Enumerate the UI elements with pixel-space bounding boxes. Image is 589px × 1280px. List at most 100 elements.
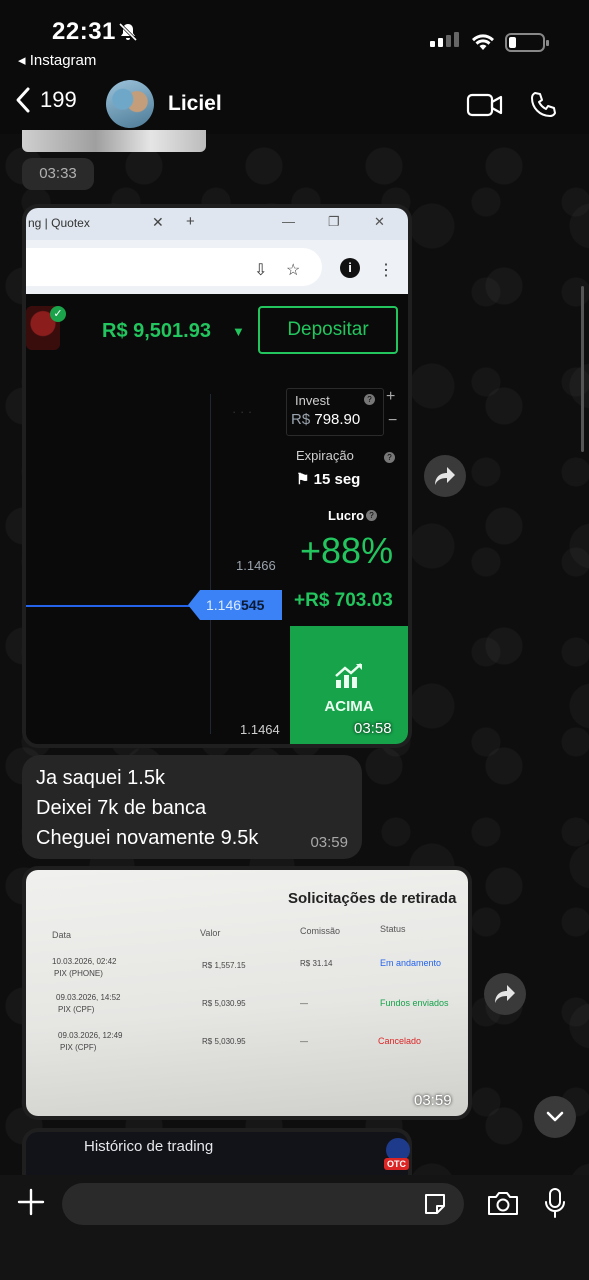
- browser-tab-bar: ng | Quotex ✕ + — ❐ ✕: [26, 208, 408, 240]
- image-message-withdrawals[interactable]: Solicitações de retirada Data Valor Comi…: [22, 866, 472, 1120]
- row-date: 09.03.2026, 14:52: [56, 993, 121, 1002]
- help-icon: ?: [384, 452, 395, 463]
- row-status: Fundos enviados: [380, 998, 449, 1008]
- invest-label: Invest: [295, 393, 330, 408]
- microphone-icon[interactable]: [543, 1187, 567, 1219]
- message-input[interactable]: [62, 1183, 464, 1225]
- scrollbar[interactable]: [581, 286, 584, 452]
- history-screenshot: Histórico de trading OTC: [26, 1132, 410, 1176]
- account-balance: R$ 9,501.93: [102, 320, 211, 342]
- minus-icon: −: [388, 412, 398, 429]
- window-close-icon: ✕: [374, 214, 385, 229]
- status-bar: 22:31 ◂ Instagram: [0, 0, 589, 72]
- voice-call-icon[interactable]: [528, 90, 558, 120]
- price-tick-hidden: · · ·: [232, 404, 253, 419]
- contact-name[interactable]: Liciel: [168, 92, 222, 116]
- menu-dots-icon: ⋮: [378, 262, 394, 279]
- row-method: PIX (PHONE): [54, 969, 103, 978]
- history-title: Histórico de trading: [84, 1138, 214, 1155]
- share-forward-icon: [495, 985, 515, 1003]
- column-header: Data: [52, 930, 72, 940]
- otc-badge: OTC: [384, 1158, 409, 1170]
- row-commission: —: [300, 999, 308, 1008]
- deposit-button: Depositar: [258, 306, 398, 354]
- browser-tab-title: ng | Quotex: [28, 216, 90, 230]
- new-tab-icon: +: [186, 213, 195, 230]
- bookmark-star-icon: ☆: [286, 262, 301, 279]
- help-icon: ?: [366, 510, 377, 521]
- wifi-icon: [472, 34, 494, 50]
- expiry-field: Expiração ⚑ 15 seg: [290, 444, 402, 492]
- row-commission: R$ 31.14: [300, 959, 333, 968]
- row-method: PIX (CPF): [60, 1043, 97, 1052]
- chevron-left-icon: [16, 87, 30, 113]
- message-line: Deixei 7k de banca: [36, 797, 207, 819]
- row-value: R$ 5,030.95: [202, 999, 246, 1008]
- bell-off-icon: [118, 22, 138, 42]
- expiry-label: Expiração: [296, 448, 354, 463]
- verified-check-icon: ✓: [50, 306, 66, 322]
- message-line: Cheguei novamente 9.5k: [36, 827, 259, 849]
- column-header: Valor: [200, 928, 221, 938]
- chevron-down-icon: [546, 1111, 564, 1122]
- contact-avatar[interactable]: [106, 80, 154, 128]
- plus-icon: +: [386, 388, 396, 405]
- video-call-icon[interactable]: [466, 92, 504, 118]
- price-tick-label: 1.1466: [236, 558, 276, 573]
- help-icon: ?: [364, 394, 375, 405]
- back-to-app-link[interactable]: ◂ Instagram: [18, 51, 96, 69]
- image-message-trading[interactable]: ng | Quotex ✕ + — ❐ ✕ ⇩ ☆ ⋮ i ✓ R$ 9,501…: [22, 204, 412, 748]
- column-header: Status: [380, 924, 406, 934]
- up-label: ACIMA: [324, 698, 374, 715]
- cellular-signal-icon: [430, 32, 459, 47]
- price-tick-label: 1.1464: [240, 722, 280, 737]
- image-message-history[interactable]: Histórico de trading OTC: [22, 1128, 412, 1176]
- message-composer: [0, 1175, 589, 1280]
- text-message[interactable]: Ja saquei 1.5k Deixei 7k de banca Chegue…: [22, 755, 362, 859]
- withdrawals-title: Solicitações de retirada: [288, 890, 457, 907]
- row-date: 10.03.2026, 02:42: [52, 957, 117, 966]
- profit-amount: +R$ 703.03: [294, 590, 393, 611]
- trading-screenshot: ng | Quotex ✕ + — ❐ ✕ ⇩ ☆ ⋮ i ✓ R$ 9,501…: [26, 208, 408, 744]
- sticker-icon[interactable]: [422, 1191, 448, 1217]
- row-value: R$ 1,557.15: [202, 961, 246, 970]
- clock: 22:31: [52, 18, 116, 45]
- install-icon: ⇩: [254, 262, 268, 279]
- chat-header: 199 Liciel: [0, 72, 589, 134]
- row-method: PIX (CPF): [58, 1005, 95, 1014]
- restore-icon: ❐: [328, 214, 340, 229]
- url-field: [26, 248, 322, 286]
- row-status: Cancelado: [378, 1036, 422, 1046]
- invest-value: R$ 798.90: [291, 411, 361, 428]
- forward-button[interactable]: [484, 973, 526, 1015]
- message-time: 03:59: [310, 834, 348, 851]
- add-attachment-icon[interactable]: [16, 1187, 46, 1217]
- withdrawals-screenshot: Solicitações de retirada Data Valor Comi…: [26, 870, 468, 1116]
- trend-up-icon: [335, 663, 362, 688]
- back-button[interactable]: 199: [14, 86, 77, 114]
- chevron-down-icon: ▼: [232, 324, 245, 339]
- unread-count: 199: [40, 87, 77, 112]
- trading-panel: ✓ R$ 9,501.93 ▼ Depositar · · · Invest R…: [26, 294, 408, 744]
- tab-close-icon: ✕: [152, 214, 164, 230]
- scroll-to-bottom-button[interactable]: [534, 1096, 576, 1138]
- row-value: R$ 5,030.95: [202, 1037, 246, 1046]
- previous-image-message[interactable]: [22, 130, 206, 152]
- profit-percent: +88%: [300, 530, 394, 571]
- message-line: Ja saquei 1.5k: [36, 767, 165, 789]
- row-date: 09.03.2026, 12:49: [58, 1031, 123, 1040]
- forward-button[interactable]: [424, 455, 466, 497]
- message-time: 03:58: [354, 720, 392, 737]
- chart-gridline: [210, 394, 211, 734]
- column-header: Comissão: [300, 926, 341, 936]
- profit-label: Lucro: [328, 508, 365, 523]
- row-status: Em andamento: [380, 958, 442, 968]
- battery-icon: [505, 33, 549, 52]
- message-time: 03:59: [414, 1092, 452, 1109]
- profile-info-icon: i: [340, 258, 360, 278]
- camera-icon[interactable]: [486, 1189, 520, 1217]
- expiry-value: ⚑ 15 seg: [296, 471, 361, 488]
- price-line: [26, 605, 196, 607]
- current-price-tag: 1.146545: [188, 590, 282, 620]
- row-commission: —: [300, 1037, 308, 1046]
